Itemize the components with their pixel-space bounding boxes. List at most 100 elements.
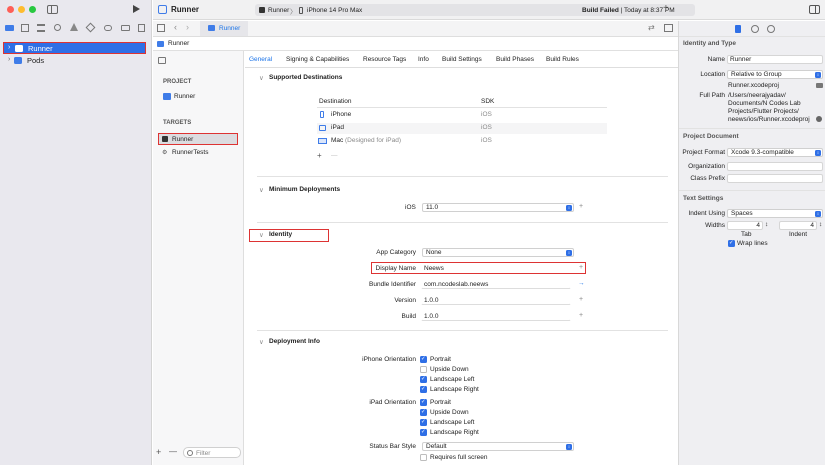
collapse-chevron-icon[interactable]: ∨ bbox=[259, 186, 264, 194]
editor-tab-runner[interactable]: Runner bbox=[200, 21, 248, 36]
nav-item-pods[interactable]: › Pods bbox=[3, 55, 146, 67]
status-bar-style-select[interactable]: Default ↕ bbox=[422, 442, 574, 451]
indent-using-select[interactable]: Spaces ↕ bbox=[727, 209, 823, 218]
tab-build-rules[interactable]: Build Rules bbox=[546, 56, 579, 63]
location-value: Relative to Group bbox=[731, 71, 782, 78]
iphone-portrait-checkbox[interactable] bbox=[420, 356, 427, 363]
find-icon[interactable] bbox=[54, 24, 61, 31]
section-supported-destinations[interactable]: Supported Destinations bbox=[269, 74, 342, 81]
back-icon[interactable]: ‹ bbox=[174, 22, 177, 32]
version-field[interactable]: 1.0.0 bbox=[421, 296, 571, 305]
choose-folder-icon[interactable] bbox=[816, 83, 823, 88]
section-minimum-deployments[interactable]: Minimum Deployments bbox=[269, 186, 340, 193]
grid-icon[interactable] bbox=[157, 24, 165, 32]
inspector-toggle-icon[interactable] bbox=[809, 5, 820, 14]
ipad-landscape-left-checkbox[interactable] bbox=[420, 419, 427, 426]
breadcrumb[interactable]: Runner bbox=[153, 37, 678, 51]
split-editor-icon[interactable] bbox=[664, 24, 673, 32]
bundle-arrow-icon[interactable]: → bbox=[578, 280, 585, 287]
hierarchy-icon[interactable] bbox=[37, 24, 45, 32]
location-select[interactable]: Relative to Group ↕ bbox=[727, 70, 823, 79]
tab-width-stepper-icon[interactable]: ↕ bbox=[765, 221, 768, 228]
tab-signing-capabilities[interactable]: Signing & Capabilities bbox=[286, 56, 349, 63]
minimize-window-button[interactable] bbox=[18, 6, 25, 13]
add-destination-icon[interactable]: + bbox=[317, 151, 322, 160]
run-button-icon[interactable] bbox=[133, 5, 140, 13]
file-inspector-icon[interactable] bbox=[735, 25, 741, 33]
organization-field[interactable] bbox=[727, 162, 823, 171]
tab-build-settings[interactable]: Build Settings bbox=[442, 56, 482, 63]
destination-row-iphone[interactable]: iPhone iOS bbox=[317, 110, 607, 121]
close-window-button[interactable] bbox=[7, 6, 14, 13]
issue-icon[interactable] bbox=[70, 23, 78, 31]
sidebar-toggle-icon[interactable] bbox=[47, 5, 58, 14]
scheme-icon bbox=[259, 7, 265, 13]
app-category-select[interactable]: None ↕ bbox=[422, 248, 574, 257]
target-item-runner[interactable]: Runner bbox=[158, 133, 238, 145]
section-deployment-info[interactable]: Deployment Info bbox=[269, 338, 320, 345]
add-version-icon[interactable]: + bbox=[579, 296, 583, 303]
add-localization-icon[interactable]: + bbox=[579, 264, 583, 271]
scheme-selector[interactable]: Runner 〉 iPhone 14 Pro Max Build Failed … bbox=[255, 4, 695, 16]
add-build-icon[interactable]: + bbox=[579, 312, 583, 319]
zoom-window-button[interactable] bbox=[29, 6, 36, 13]
forward-icon[interactable]: › bbox=[186, 22, 189, 32]
column-header-destination[interactable]: Destination bbox=[319, 98, 352, 105]
project-item-runner[interactable]: Runner bbox=[174, 93, 195, 100]
ipad-landscape-right-checkbox[interactable] bbox=[420, 429, 427, 436]
reveal-in-finder-icon[interactable] bbox=[816, 116, 822, 122]
ipad-portrait-checkbox[interactable] bbox=[420, 399, 427, 406]
test-icon[interactable] bbox=[85, 22, 96, 33]
history-inspector-icon[interactable] bbox=[751, 25, 759, 33]
iphone-upside-down-checkbox[interactable] bbox=[420, 366, 427, 373]
full-path-line: neews/ios/Runner.xcodeproj bbox=[728, 116, 810, 123]
folder-icon[interactable] bbox=[5, 25, 14, 31]
remove-target-icon[interactable]: — bbox=[169, 447, 177, 456]
tab-info[interactable]: Info bbox=[418, 56, 429, 63]
column-header-sdk[interactable]: SDK bbox=[481, 98, 494, 105]
requires-full-screen-checkbox[interactable] bbox=[420, 454, 427, 461]
disclosure-icon[interactable]: › bbox=[8, 44, 10, 51]
tab-resource-tags[interactable]: Resource Tags bbox=[363, 56, 406, 63]
breakpoint-icon[interactable] bbox=[121, 25, 130, 31]
full-path-label: Full Path bbox=[699, 92, 725, 99]
report-icon[interactable] bbox=[138, 24, 145, 32]
build-field[interactable]: 1.0.0 bbox=[421, 312, 571, 321]
project-format-select[interactable]: Xcode 9.3-compatible ↕ bbox=[727, 148, 823, 157]
indent-width-stepper-icon[interactable]: ↕ bbox=[819, 221, 822, 228]
class-prefix-field[interactable] bbox=[727, 174, 823, 183]
tab-general[interactable]: General bbox=[249, 56, 272, 63]
debug-icon[interactable] bbox=[104, 25, 112, 31]
wrap-lines-checkbox[interactable] bbox=[728, 240, 735, 247]
ios-deploy-select[interactable]: 11.0 ↕ bbox=[422, 203, 574, 212]
add-target-icon[interactable]: + bbox=[156, 447, 161, 457]
add-deployment-icon[interactable]: + bbox=[579, 203, 583, 210]
collapse-chevron-icon[interactable]: ∨ bbox=[259, 231, 264, 239]
collapse-chevron-icon[interactable]: ∨ bbox=[259, 74, 264, 82]
name-field[interactable]: Runner bbox=[727, 55, 823, 64]
remove-destination-icon[interactable]: — bbox=[331, 152, 338, 159]
help-inspector-icon[interactable] bbox=[767, 25, 775, 33]
section-identity[interactable]: Identity bbox=[269, 231, 292, 238]
ipad-upside-down-checkbox[interactable] bbox=[420, 409, 427, 416]
iphone-landscape-left-checkbox[interactable] bbox=[420, 376, 427, 383]
collapse-chevron-icon[interactable]: ∨ bbox=[259, 338, 264, 346]
target-filter-field[interactable]: Filter bbox=[183, 447, 241, 458]
hide-panel-icon[interactable] bbox=[158, 57, 166, 64]
disclosure-icon[interactable]: › bbox=[8, 56, 10, 63]
tab-build-phases[interactable]: Build Phases bbox=[496, 56, 534, 63]
add-tab-icon[interactable]: + bbox=[663, 3, 669, 14]
target-item-runnertests[interactable]: RunnerTests bbox=[172, 149, 209, 156]
iphone-landscape-right-checkbox[interactable] bbox=[420, 386, 427, 393]
section-divider bbox=[257, 176, 668, 177]
nav-item-runner[interactable]: › Runner bbox=[3, 42, 146, 54]
tab-width-field[interactable]: 4 bbox=[727, 221, 763, 230]
bundle-identifier-field[interactable]: com.ncodeslab.neews bbox=[421, 280, 571, 289]
indent-width-field[interactable]: 4 bbox=[779, 221, 817, 230]
destination-row-ipad[interactable]: iPad iOS bbox=[317, 123, 607, 134]
display-name-field[interactable]: Neews bbox=[421, 264, 579, 273]
source-control-icon[interactable] bbox=[21, 24, 29, 32]
destination-row-mac[interactable]: Mac (Designed for iPad) iOS bbox=[317, 136, 607, 147]
dropdown-arrow-icon: ↕ bbox=[815, 72, 821, 78]
related-items-icon[interactable]: ⇄ bbox=[648, 23, 655, 32]
